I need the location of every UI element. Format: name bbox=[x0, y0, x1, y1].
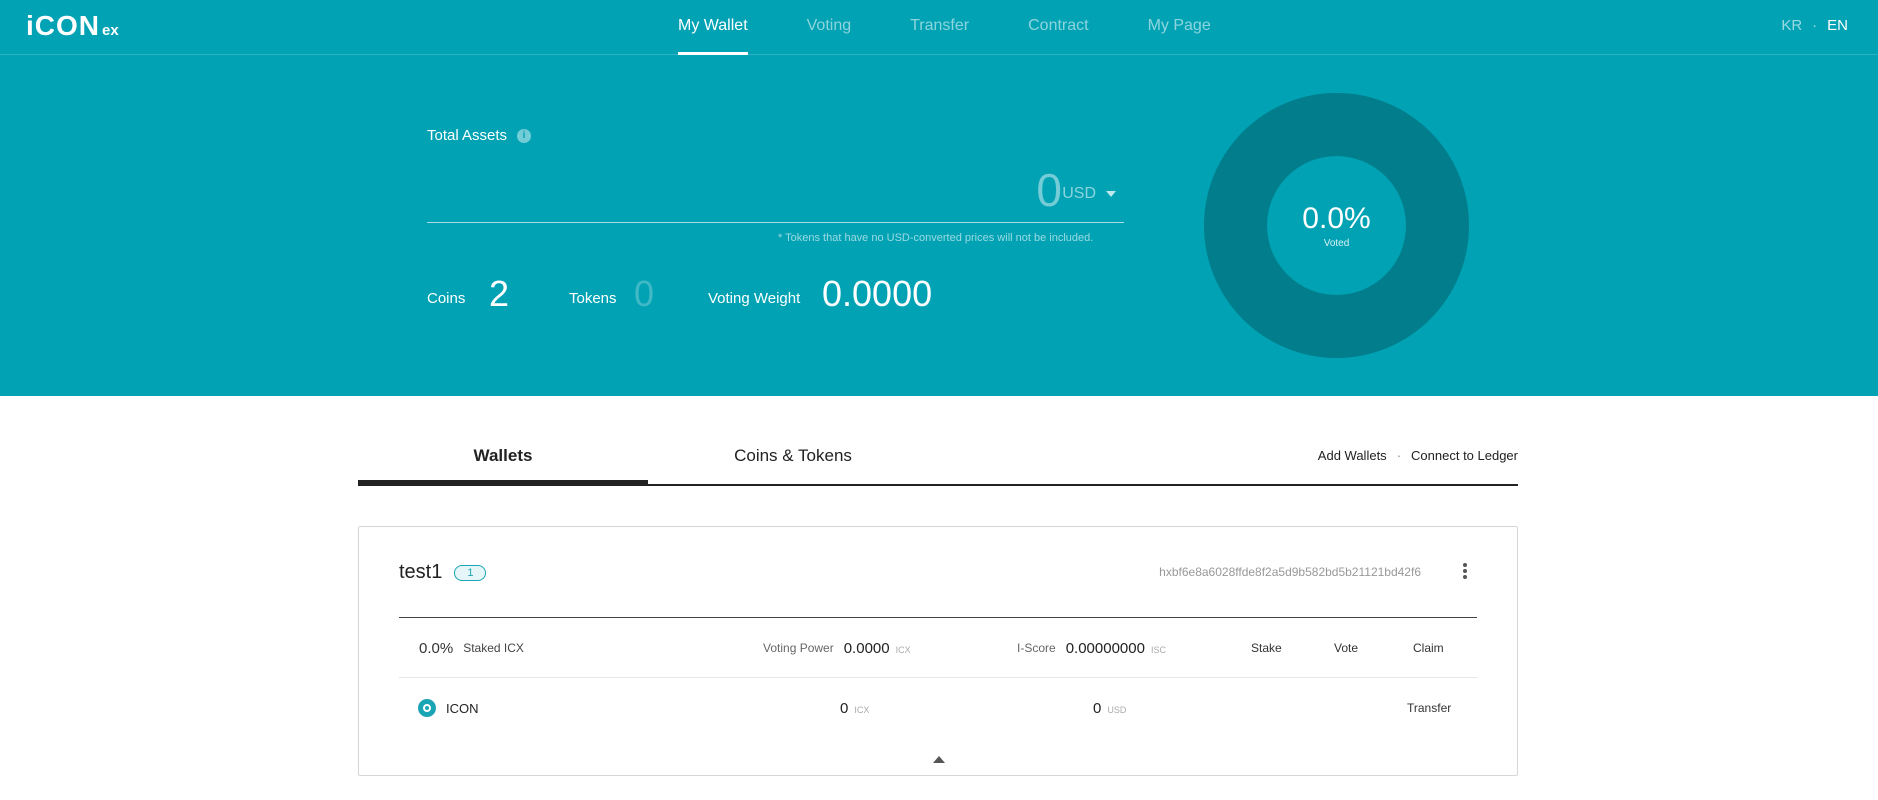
staked-percent: 0.0% bbox=[419, 639, 454, 657]
language-switch: KR · EN bbox=[1781, 17, 1848, 34]
icon-coin-icon bbox=[418, 699, 436, 717]
nav-my-wallet[interactable]: My Wallet bbox=[678, 0, 748, 55]
claim-button-cell: Claim bbox=[1413, 618, 1444, 678]
staked-cell: 0.0% Staked ICX bbox=[419, 618, 524, 678]
coin-amount: 0 bbox=[840, 699, 849, 717]
donut-center: 0.0% Voted bbox=[1267, 156, 1406, 295]
lang-separator: · bbox=[1812, 17, 1818, 34]
nav-transfer[interactable]: Transfer bbox=[910, 0, 969, 55]
stake-button[interactable]: Stake bbox=[1251, 641, 1282, 655]
voted-donut-chart: 0.0% Voted bbox=[1204, 93, 1469, 358]
logo-main-text: iCON bbox=[26, 10, 100, 41]
iscore-label: I-Score bbox=[1017, 641, 1056, 655]
wallet-tabs: Wallets Coins & Tokens Add Wallets · Con… bbox=[358, 428, 1518, 486]
coins-label: Coins bbox=[427, 290, 466, 307]
main-nav: My Wallet Voting Transfer Contract My Pa… bbox=[678, 0, 1270, 55]
total-assets-heading: Total Assets i bbox=[427, 127, 532, 144]
connect-ledger-link[interactable]: Connect to Ledger bbox=[1411, 448, 1518, 463]
usd-note: * Tokens that have no USD-converted pric… bbox=[778, 232, 1094, 244]
total-assets-value: 0 bbox=[1036, 164, 1062, 216]
info-icon[interactable]: i bbox=[517, 128, 532, 143]
top-nav: iCON ex My Wallet Voting Transfer Contra… bbox=[0, 0, 1878, 55]
tab-active-indicator bbox=[358, 480, 648, 485]
voting-power-unit: ICX bbox=[895, 645, 911, 655]
wallet-actions: Add Wallets · Connect to Ledger bbox=[1318, 448, 1518, 463]
transfer-cell: Transfer bbox=[1407, 678, 1451, 738]
coin-row: ICON 0 ICX 0 USD Transfer bbox=[399, 678, 1477, 738]
voted-label: Voted bbox=[1323, 238, 1350, 249]
voted-percent: 0.0% bbox=[1302, 202, 1371, 235]
tab-wallets[interactable]: Wallets bbox=[358, 446, 648, 466]
voting-power-cell: Voting Power 0.0000 ICX bbox=[763, 618, 911, 678]
tab-coins-tokens[interactable]: Coins & Tokens bbox=[648, 446, 938, 466]
staked-label: Staked ICX bbox=[463, 641, 524, 655]
kebab-dot bbox=[1463, 563, 1467, 567]
vote-button-cell: Vote bbox=[1334, 618, 1358, 678]
link-separator: · bbox=[1396, 448, 1402, 463]
coin-amount-unit: ICX bbox=[854, 705, 870, 715]
lang-kr[interactable]: KR bbox=[1781, 17, 1802, 34]
coin-name-cell: ICON bbox=[418, 678, 479, 738]
assets-hero: Total Assets i 0 USD * Tokens that have … bbox=[0, 55, 1878, 396]
coins-value: 2 bbox=[489, 273, 510, 314]
staking-summary-row: 0.0% Staked ICX Voting Power 0.0000 ICX … bbox=[399, 618, 1477, 678]
voting-weight-label: Voting Weight bbox=[708, 290, 801, 307]
caret-down-icon bbox=[1106, 191, 1116, 197]
iscore-value: 0.00000000 bbox=[1065, 639, 1145, 657]
wallet-header: test1 1 bbox=[399, 561, 487, 584]
voting-weight-value: 0.0000 bbox=[822, 273, 933, 314]
tokens-value: 0 bbox=[634, 273, 655, 314]
total-assets-label: Total Assets bbox=[427, 127, 508, 144]
coin-usd-unit: USD bbox=[1107, 705, 1127, 715]
coin-usd-value: 0 bbox=[1093, 699, 1102, 717]
nav-contract[interactable]: Contract bbox=[1028, 0, 1088, 55]
wallet-card: test1 1 hxbf6e8a6028ffde8f2a5d9b582bd5b2… bbox=[358, 526, 1518, 776]
voting-power-label: Voting Power bbox=[763, 641, 834, 655]
nav-my-page[interactable]: My Page bbox=[1148, 0, 1211, 55]
claim-button[interactable]: Claim bbox=[1413, 641, 1444, 655]
more-options-icon[interactable] bbox=[1459, 561, 1471, 581]
tokens-label: Tokens bbox=[569, 290, 617, 307]
kebab-dot bbox=[1463, 575, 1467, 579]
kebab-dot bbox=[1463, 569, 1467, 573]
collapse-arrow-icon[interactable] bbox=[933, 756, 945, 763]
total-assets-row: 0 USD bbox=[427, 163, 1124, 223]
logo-sub-text: ex bbox=[102, 22, 119, 39]
iconex-logo[interactable]: iCON ex bbox=[26, 12, 119, 40]
wallet-name: test1 bbox=[399, 561, 443, 583]
nav-voting[interactable]: Voting bbox=[807, 0, 851, 55]
currency-label: USD bbox=[1062, 185, 1096, 202]
wallet-count-badge: 1 bbox=[454, 564, 487, 581]
currency-select[interactable]: USD bbox=[1062, 185, 1116, 203]
transfer-button[interactable]: Transfer bbox=[1407, 701, 1451, 715]
wallet-address[interactable]: hxbf6e8a6028ffde8f2a5d9b582bd5b21121bd42… bbox=[1159, 565, 1421, 579]
voting-power-value: 0.0000 bbox=[843, 639, 890, 657]
add-wallets-link[interactable]: Add Wallets bbox=[1318, 448, 1387, 463]
lang-en[interactable]: EN bbox=[1827, 17, 1848, 34]
iscore-unit: ISC bbox=[1150, 645, 1166, 655]
coin-name: ICON bbox=[446, 700, 479, 716]
coin-usd-cell: 0 USD bbox=[1093, 678, 1126, 738]
iscore-cell: I-Score 0.00000000 ISC bbox=[1017, 618, 1166, 678]
coin-amount-cell: 0 ICX bbox=[840, 678, 869, 738]
stake-button-cell: Stake bbox=[1251, 618, 1282, 678]
vote-button[interactable]: Vote bbox=[1334, 641, 1358, 655]
